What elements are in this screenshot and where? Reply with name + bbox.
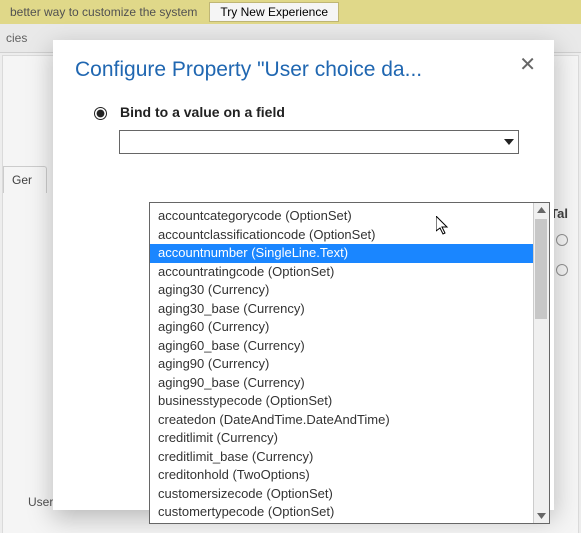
field-option[interactable]: accountclassificationcode (OptionSet) (150, 226, 533, 245)
field-option[interactable]: aging90_base (Currency) (150, 374, 533, 393)
scroll-thumb[interactable] (535, 219, 547, 319)
field-option[interactable]: accountratingcode (OptionSet) (150, 263, 533, 282)
dialog-title: Configure Property "User choice da... (75, 58, 505, 82)
configure-property-dialog: Configure Property "User choice da... ✕ … (53, 40, 554, 510)
field-option[interactable]: aging60_base (Currency) (150, 337, 533, 356)
field-option[interactable]: aging30 (Currency) (150, 281, 533, 300)
field-option[interactable]: aging90 (Currency) (150, 355, 533, 374)
field-option[interactable]: creditlimit_base (Currency) (150, 448, 533, 467)
field-select-dropdown: accountcategorycode (OptionSet)accountcl… (149, 202, 550, 524)
field-option[interactable]: createdon (DateAndTime.DateAndTime) (150, 411, 533, 430)
field-option[interactable]: businesstypecode (OptionSet) (150, 392, 533, 411)
field-option[interactable]: accountnumber (SingleLine.Text) (150, 244, 533, 263)
scroll-down-icon[interactable] (537, 513, 546, 519)
field-option[interactable]: aging60 (Currency) (150, 318, 533, 337)
bind-to-field-radio[interactable]: Bind to a value on a field (89, 104, 532, 120)
field-select[interactable] (119, 130, 519, 154)
field-option[interactable]: accountcategorycode (OptionSet) (150, 207, 533, 226)
bind-to-field-label: Bind to a value on a field (120, 104, 285, 120)
close-icon[interactable]: ✕ (519, 55, 536, 75)
bind-to-field-radio-input[interactable] (94, 107, 107, 120)
field-option[interactable]: aging30_base (Currency) (150, 300, 533, 319)
dropdown-scrollbar[interactable] (533, 203, 549, 523)
field-option[interactable]: customertypecode (OptionSet) (150, 503, 533, 522)
field-option-list[interactable]: accountcategorycode (OptionSet)accountcl… (150, 203, 533, 523)
field-option[interactable]: customersizecode (OptionSet) (150, 485, 533, 504)
scroll-up-icon[interactable] (537, 207, 546, 213)
chevron-down-icon (504, 139, 514, 145)
field-option[interactable]: creditlimit (Currency) (150, 429, 533, 448)
field-option[interactable]: creditonhold (TwoOptions) (150, 466, 533, 485)
field-option[interactable]: description (Multiple) (150, 522, 533, 524)
